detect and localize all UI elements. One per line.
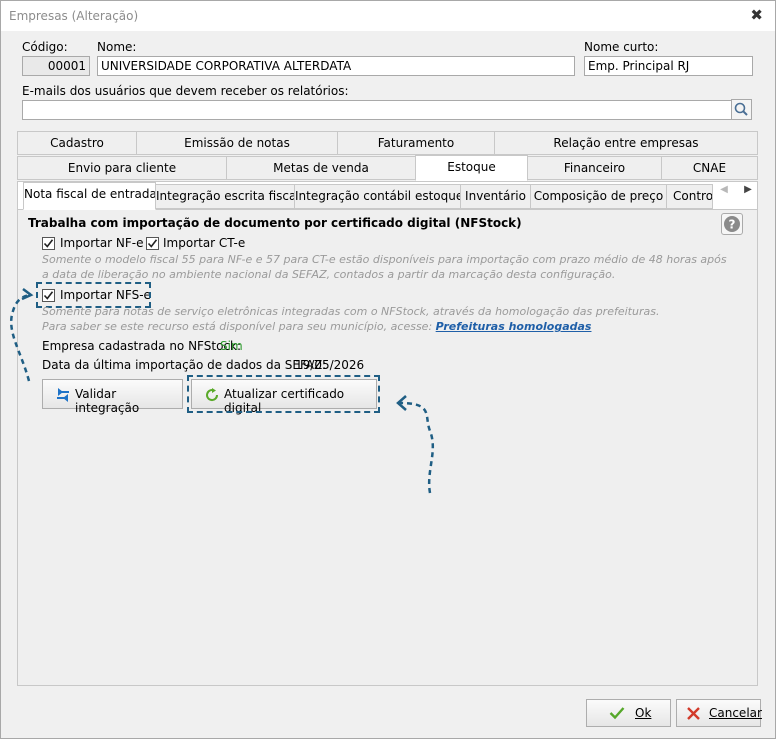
subtab-composicao-de-preco[interactable]: Composição de preço — [530, 184, 667, 209]
subtab-controle[interactable]: Contro — [666, 184, 713, 209]
hint-nfse-text: Para saber se este recurso está disponív… — [42, 320, 433, 333]
section-title: Trabalha com importação de documento por… — [28, 216, 522, 230]
tab-scroll-right-icon[interactable]: ▶ — [739, 184, 757, 198]
emails-label: E-mails dos usuários que devem receber o… — [22, 84, 349, 98]
importar-cte-label: Importar CT-e — [163, 236, 246, 250]
importar-nfe-checkbox[interactable] — [42, 237, 55, 250]
hint-nfe-line1: Somente o modelo fiscal 55 para NF-e e 5… — [42, 253, 727, 266]
tab-emissao-de-notas[interactable]: Emissão de notas — [136, 131, 338, 155]
ok-label: Ok — [635, 706, 652, 720]
nome-curto-label: Nome curto: — [584, 40, 659, 54]
tab-metas-de-venda[interactable]: Metas de venda — [226, 156, 416, 180]
check-icon — [43, 239, 54, 248]
importar-cte-checkbox[interactable] — [146, 237, 159, 250]
tab-financeiro[interactable]: Financeiro — [527, 156, 662, 180]
data-importacao-value: 19/05/2026 — [295, 358, 365, 372]
tab-scroll-left-icon[interactable]: ◀ — [715, 184, 733, 198]
window-title: Empresas (Alteração) — [9, 9, 139, 23]
check-icon — [609, 707, 625, 720]
atualizar-certificado-label: Atualizar certificado digital — [224, 387, 345, 415]
close-icon[interactable]: ✖ — [750, 6, 763, 24]
annotation-arrow-left — [10, 288, 34, 382]
tab-cadastro[interactable]: Cadastro — [17, 131, 137, 155]
nome-label: Nome: — [97, 40, 137, 54]
check-icon — [147, 239, 158, 248]
annotation-arrow-right — [396, 395, 435, 494]
nome-curto-field[interactable]: Emp. Principal RJ — [584, 56, 753, 76]
help-button[interactable]: ? — [721, 213, 743, 235]
hint-nfse-line1: Somente para notas de serviço eletrônica… — [42, 305, 660, 318]
validar-integracao-button[interactable]: Validar integração — [42, 379, 183, 415]
tab-faturamento[interactable]: Faturamento — [337, 131, 495, 155]
subtab-integracao-contabil-estoque[interactable]: Integração contábil estoque — [294, 184, 461, 209]
close-icon — [687, 707, 700, 720]
tab-cnae[interactable]: CNAE — [661, 156, 758, 180]
empresa-cadastrada-value: Sim — [220, 339, 243, 353]
title-bar: Empresas (Alteração) ✖ — [1, 1, 775, 31]
importar-nfe-label: Importar NF-e — [60, 236, 144, 250]
empresa-cadastrada-label: Empresa cadastrada no NFStock: — [42, 339, 241, 353]
validar-integracao-label: Validar integração — [75, 387, 140, 415]
codigo-label: Código: — [22, 40, 68, 54]
prefeituras-homologadas-link[interactable]: Prefeituras homologadas — [436, 320, 592, 333]
ok-button[interactable]: Ok — [586, 699, 671, 727]
subtab-integracao-escrita-fiscal[interactable]: Integração escrita fiscal — [155, 184, 295, 209]
importar-nfse-label: Importar NFS-e — [60, 288, 151, 302]
help-icon: ? — [724, 216, 740, 232]
hint-nfe-line2: a data de liberação no ambiente nacional… — [42, 268, 616, 281]
dialog-window: Empresas (Alteração) ✖ Código: 00001 Nom… — [0, 0, 776, 739]
codigo-field[interactable]: 00001 — [22, 56, 90, 76]
tab-relacao-entre-empresas[interactable]: Relação entre empresas — [494, 131, 758, 155]
search-icon — [734, 102, 748, 116]
refresh-icon — [206, 388, 219, 402]
nome-field[interactable]: UNIVERSIDADE CORPORATIVA ALTERDATA — [97, 56, 575, 76]
emails-field[interactable] — [22, 100, 732, 120]
subtab-inventario[interactable]: Inventário — [460, 184, 531, 209]
svg-text:?: ? — [729, 218, 736, 232]
data-importacao-label: Data da última importação de dados da SE… — [42, 358, 327, 372]
tab-envio-para-cliente[interactable]: Envio para cliente — [17, 156, 227, 180]
hint-nfse-line2: Para saber se este recurso está disponív… — [42, 320, 591, 333]
cancel-button[interactable]: Cancelar — [676, 699, 762, 727]
search-button[interactable] — [731, 99, 752, 120]
tab-estoque[interactable]: Estoque — [415, 155, 528, 181]
atualizar-certificado-button[interactable]: Atualizar certificado digital — [191, 379, 377, 415]
cancel-label: Cancelar — [709, 706, 762, 720]
subtab-nota-fiscal-de-entrada[interactable]: Nota fiscal de entrada — [23, 182, 156, 210]
